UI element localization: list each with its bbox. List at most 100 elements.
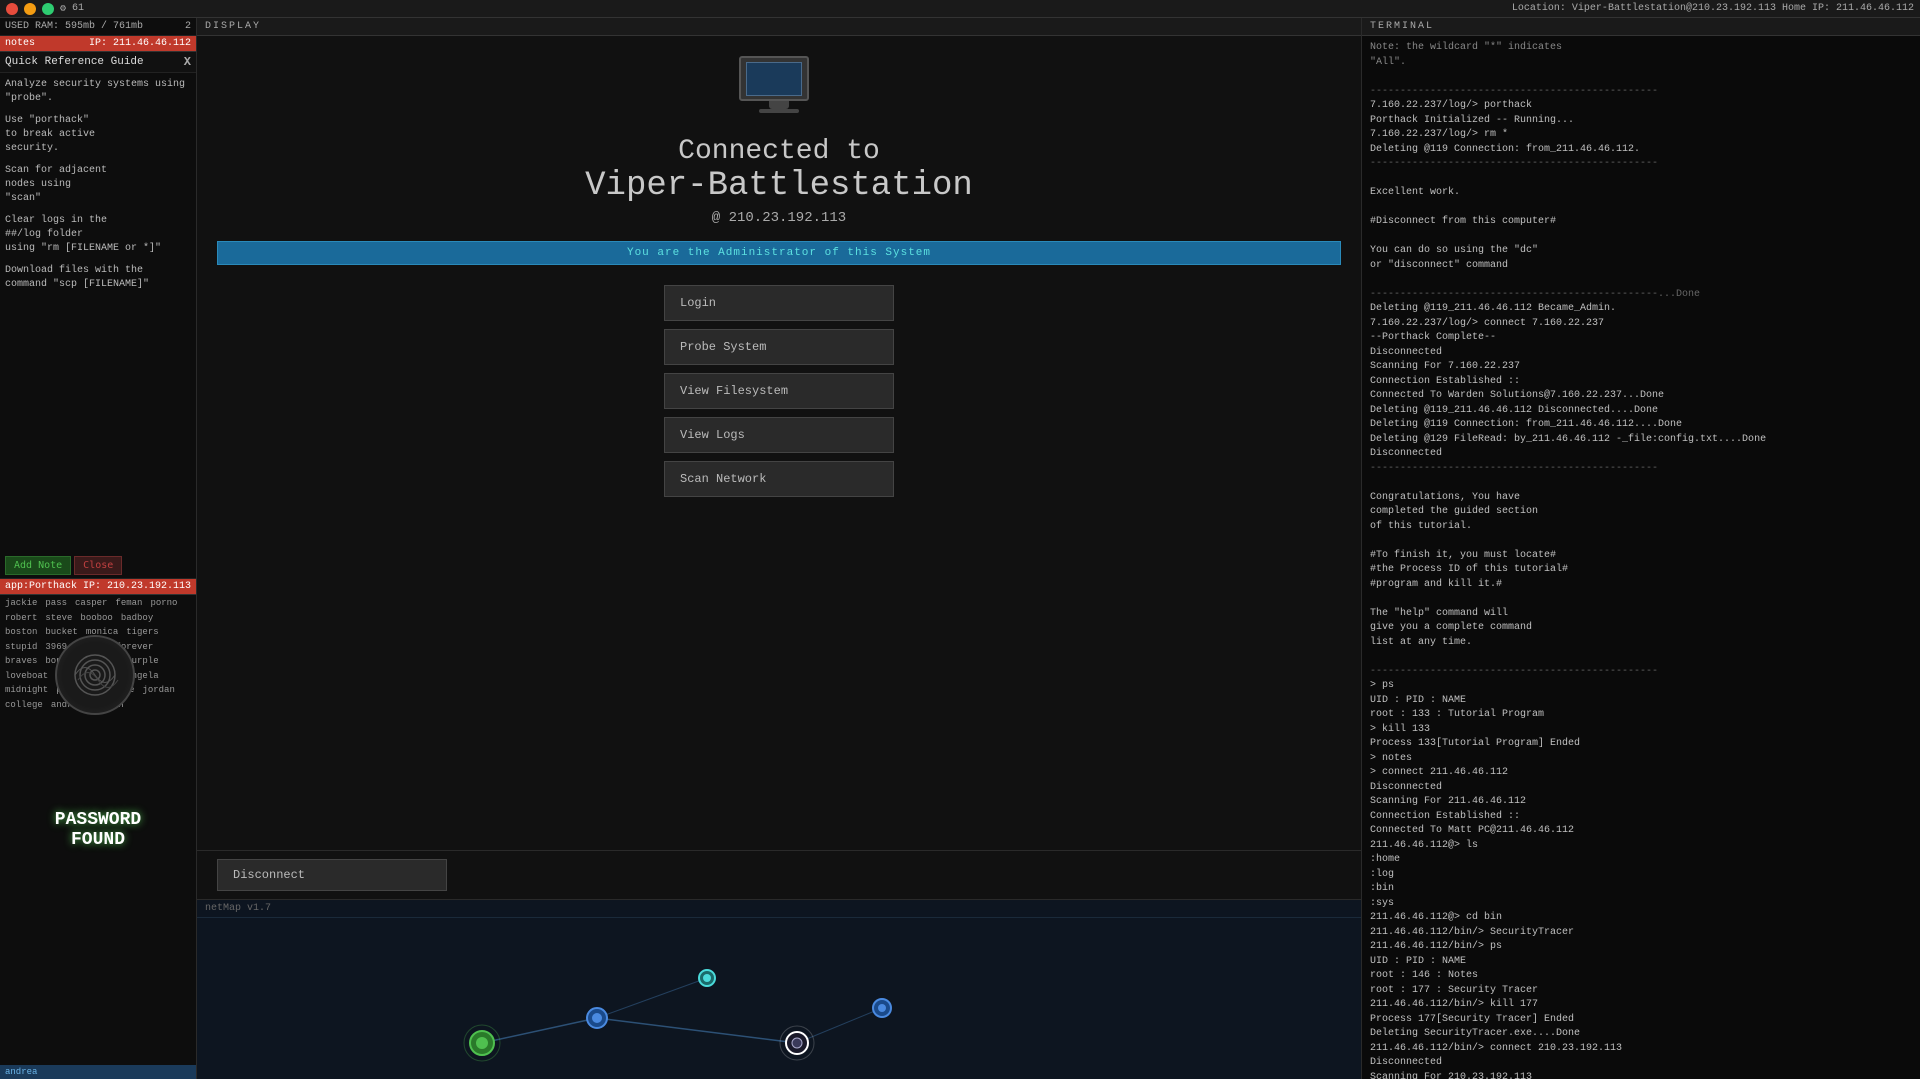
term-line: root : 146 : Notes	[1370, 969, 1912, 984]
add-note-button[interactable]: Add Note	[5, 556, 71, 575]
window-counter: 61	[72, 3, 84, 14]
minimize-window-btn[interactable]	[24, 3, 36, 15]
notes-ip-bar: notes IP: 211.46.46.112	[0, 36, 196, 52]
term-line: Deleting @119_211.46.46.112 Disconnected…	[1370, 404, 1912, 419]
app-porthack-bar: app:Porthack IP: 210.23.192.113	[0, 579, 196, 595]
pass-porno: porno	[150, 597, 177, 611]
guide-text-4: Clear logs in the##/log folderusing "rm …	[5, 214, 191, 256]
term-separator: ----------------------------------------…	[1370, 85, 1912, 100]
login-button[interactable]: Login	[664, 285, 894, 321]
term-line: Connection Established ::	[1370, 810, 1912, 825]
term-line: Congratulations, You have	[1370, 491, 1912, 506]
term-line: root : 177 : Security Tracer	[1370, 984, 1912, 999]
password-found-line1: PASSWORD	[55, 810, 141, 830]
note-buttons: Add Note Close	[0, 553, 196, 579]
gear-icon[interactable]: ⚙	[60, 3, 66, 15]
term-line: :bin	[1370, 882, 1912, 897]
quick-ref-close-btn[interactable]: X	[184, 55, 191, 69]
close-window-btn[interactable]	[6, 3, 18, 15]
term-line: Process 177[Security Tracer] Ended	[1370, 1013, 1912, 1028]
view-logs-button[interactable]: View Logs	[664, 417, 894, 453]
term-line: Deleting @119 Connection: from_211.46.46…	[1370, 143, 1912, 158]
pass-pass: pass	[45, 597, 67, 611]
selected-password-bar: andrea	[0, 1065, 196, 1079]
term-line: Excellent work.	[1370, 186, 1912, 201]
term-line: Connected To Matt PC@211.46.46.112	[1370, 824, 1912, 839]
pass-robert: robert	[5, 612, 37, 626]
term-line	[1370, 273, 1912, 288]
fingerprint-svg	[70, 650, 120, 700]
view-filesystem-button[interactable]: View Filesystem	[664, 373, 894, 409]
term-line: list at any time.	[1370, 636, 1912, 651]
pass-braves: braves	[5, 655, 37, 669]
monitor-body	[739, 56, 809, 101]
term-separator: ----------------------------------------…	[1370, 157, 1912, 172]
admin-bar: You are the Administrator of this System	[217, 241, 1341, 265]
term-line: UID : PID : NAME	[1370, 694, 1912, 709]
term-line: Connection Established ::	[1370, 375, 1912, 390]
display-panel: DISPLAY Connected to Viper-Battlestation…	[197, 18, 1362, 1079]
ram-display: USED RAM: 595mb / 761mb 2	[0, 18, 196, 36]
maximize-window-btn[interactable]	[42, 3, 54, 15]
term-separator: ----------------------------------------…	[1370, 665, 1912, 680]
term-line	[1370, 201, 1912, 216]
netmap-svg	[197, 918, 1361, 1077]
term-line: 211.46.46.112/bin/> kill 177	[1370, 998, 1912, 1013]
term-line: give you a complete command	[1370, 621, 1912, 636]
term-finish-comment1: #To finish it, you must locate#	[1370, 549, 1912, 564]
term-line: You can do so using the "dc"	[1370, 244, 1912, 259]
term-line	[1370, 592, 1912, 607]
term-line: Connected To Warden Solutions@7.160.22.2…	[1370, 389, 1912, 404]
term-line	[1370, 230, 1912, 245]
ram-label: USED RAM: 595mb / 761mb	[5, 21, 143, 32]
term-line: Process 133[Tutorial Program] Ended	[1370, 737, 1912, 752]
close-note-button[interactable]: Close	[74, 556, 122, 575]
fingerprint-icon	[55, 635, 135, 715]
pass-tigers: tigers	[126, 626, 158, 640]
scan-network-button[interactable]: Scan Network	[664, 461, 894, 497]
pass-feman: feman	[115, 597, 142, 611]
netmap-label: netMap v1.7	[197, 900, 1361, 918]
pass-loveboat: loveboat	[5, 670, 48, 684]
pass-badboy: badboy	[121, 612, 153, 626]
ip-value: IP: 211.46.46.112	[89, 38, 191, 49]
netmap-canvas	[197, 918, 1361, 1077]
pass-college: college	[5, 699, 43, 713]
password-section: jackie pass casper feman porno robert st…	[0, 595, 196, 1065]
netmap-area: netMap v1.7	[197, 899, 1361, 1079]
term-line: > kill 133	[1370, 723, 1912, 738]
term-line: Note: the wildcard "*" indicates	[1370, 41, 1912, 56]
guide-text-5: Download files with thecommand "scp [FIL…	[5, 264, 191, 292]
term-line	[1370, 534, 1912, 549]
term-line: 7.160.22.237/log/> rm *	[1370, 128, 1912, 143]
term-line: Scanning For 211.46.46.112	[1370, 795, 1912, 810]
monitor-stand	[769, 101, 789, 109]
connected-subtitle: Viper-Battlestation	[585, 167, 973, 205]
quick-ref-title: Quick Reference Guide	[5, 56, 144, 68]
pass-stupid: stupid	[5, 641, 37, 655]
term-line: 211.46.46.112/bin/> SecurityTracer	[1370, 926, 1912, 941]
term-line: 7.160.22.237/log/> connect 7.160.22.237	[1370, 317, 1912, 332]
app-label: app:Porthack	[5, 581, 77, 592]
pass-jackie: jackie	[5, 597, 37, 611]
monitor-screen	[746, 62, 802, 96]
ram-count: 2	[185, 21, 191, 32]
disconnect-button[interactable]: Disconnect	[217, 859, 447, 891]
term-line: :log	[1370, 868, 1912, 883]
disconnect-area: Disconnect	[197, 850, 1361, 899]
term-line: Scanning For 210.23.192.113	[1370, 1071, 1912, 1079]
app-ip: IP: 210.23.192.113	[83, 581, 191, 592]
term-line: of this tutorial.	[1370, 520, 1912, 535]
term-line: completed the guided section	[1370, 505, 1912, 520]
term-line: --Porthack Complete--	[1370, 331, 1912, 346]
computer-icon	[739, 56, 819, 126]
term-line: "All".	[1370, 56, 1912, 71]
term-line: root : 133 : Tutorial Program	[1370, 708, 1912, 723]
ip-label: notes	[5, 38, 35, 49]
term-line: > connect 211.46.46.112	[1370, 766, 1912, 781]
pass-midnight: midnight	[5, 684, 48, 698]
password-found-line2: FOUND	[55, 830, 141, 850]
term-line	[1370, 70, 1912, 85]
pass-booboo: booboo	[80, 612, 112, 626]
probe-system-button[interactable]: Probe System	[664, 329, 894, 365]
